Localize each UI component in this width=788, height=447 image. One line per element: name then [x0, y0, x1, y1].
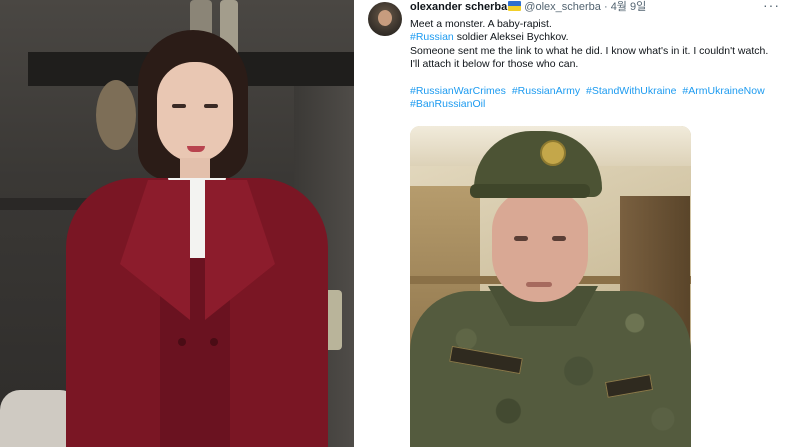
hashtag-link[interactable]: #ArmUkraineNow — [682, 85, 764, 97]
tweet-media-photo[interactable] — [410, 126, 691, 447]
author-handle[interactable]: @olex_scherba — [524, 1, 601, 13]
tweet-line: #Russian soldier Aleksei Bychkov. — [410, 31, 780, 44]
soldier-eye — [552, 236, 566, 241]
ukraine-flag-icon — [508, 1, 522, 11]
hashtag-link[interactable]: #StandWithUkraine — [586, 85, 676, 97]
more-horizontal-icon[interactable]: ··· — [763, 0, 780, 13]
tweet-date[interactable]: 4월 9일 — [611, 1, 647, 13]
tweet-text: Meet a monster. A baby-rapist. #Russian … — [410, 18, 780, 111]
hashtag-link[interactable]: #RussianWarCrimes — [410, 85, 506, 97]
tweet-text-fragment: soldier Aleksei Bychkov. — [453, 31, 569, 44]
hashtag-link[interactable]: #Russian — [410, 31, 454, 43]
tweet-card: olexander scherba @olex_scherba · 4월 9일 … — [360, 0, 788, 447]
screenshot-composite: olexander scherba @olex_scherba · 4월 9일 … — [0, 0, 788, 447]
blazer-button — [210, 338, 218, 346]
shelf-decoration — [96, 80, 136, 150]
hashtag-link[interactable]: #BanRussianOil — [410, 98, 485, 110]
studio-photo — [0, 0, 354, 447]
author-name[interactable]: olexander scherba — [410, 1, 507, 13]
soldier-eye — [514, 236, 528, 241]
author-avatar[interactable] — [368, 2, 402, 36]
tweet-header: olexander scherba @olex_scherba · 4월 9일 — [410, 0, 646, 15]
separator-dot: · — [603, 1, 608, 13]
beret-band — [470, 184, 590, 198]
avatar-face — [378, 10, 392, 26]
person-eye — [204, 104, 218, 108]
cap-badge-icon — [540, 140, 566, 166]
person-eye — [172, 104, 186, 108]
tweet-line: Someone sent me the link to what he did.… — [410, 44, 769, 71]
tweet-line: Meet a monster. A baby-rapist. — [410, 18, 552, 30]
soldier-mouth — [526, 282, 552, 287]
hashtag-list: #RussianWarCrimes #RussianArmy #StandWit… — [410, 85, 780, 112]
hashtag-link[interactable]: #RussianArmy — [512, 85, 580, 97]
blazer-button — [178, 338, 186, 346]
